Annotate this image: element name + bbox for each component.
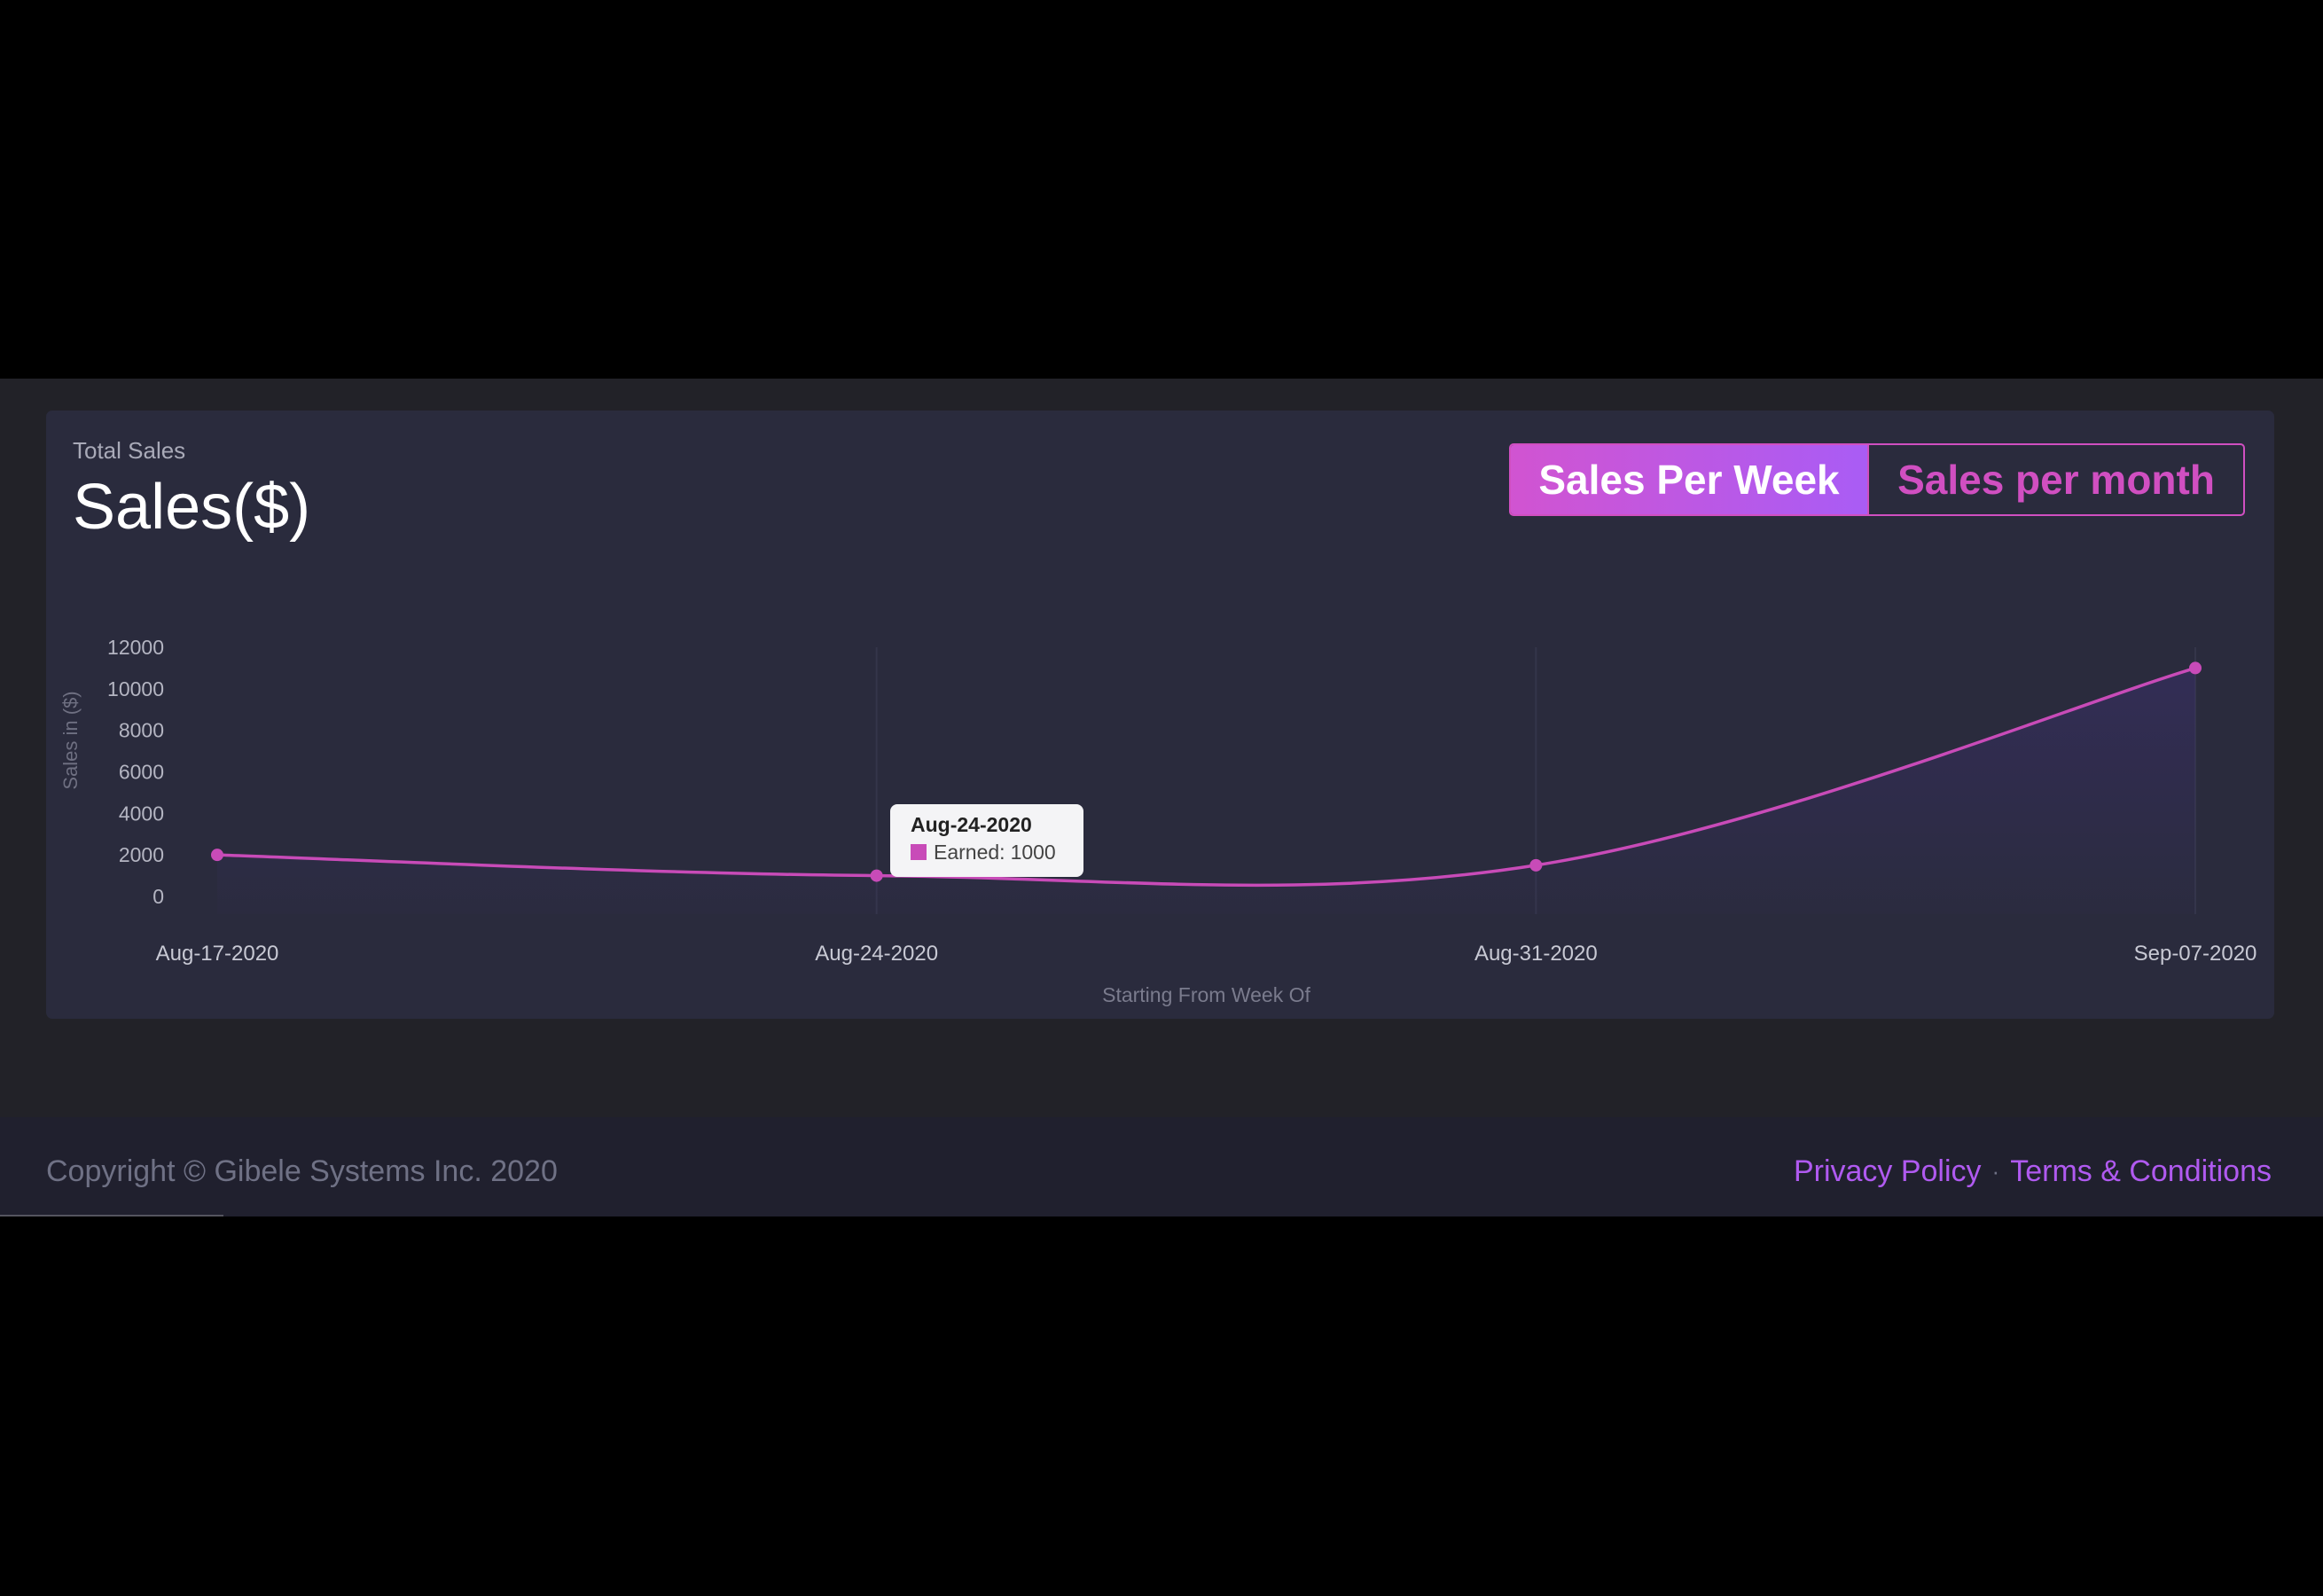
x-axis-label: Starting From Week Of	[1102, 983, 1310, 1006]
x-tick-label: Aug-24-2020	[815, 942, 938, 966]
x-tick-label: Aug-17-2020	[156, 942, 279, 966]
tooltip-value: 1000	[1010, 841, 1056, 864]
y-tick-label: 4000	[119, 802, 164, 825]
data-point	[870, 869, 883, 882]
footer-bottom-rule	[0, 1215, 223, 1217]
y-tick-label: 10000	[107, 677, 164, 700]
data-point	[211, 849, 223, 862]
privacy-policy-link[interactable]: Privacy Policy	[1794, 1154, 1982, 1189]
sales-card: Total Sales Sales($) Sales Per Week Sale…	[46, 411, 2274, 1019]
y-tick-label: 12000	[107, 636, 164, 659]
y-axis-label: Sales in ($)	[59, 691, 82, 789]
y-tick-label: 0	[153, 885, 164, 908]
footer-separator: ·	[1991, 1158, 2000, 1185]
tooltip-color-swatch	[911, 844, 927, 860]
dashboard-area: Total Sales Sales($) Sales Per Week Sale…	[0, 379, 2323, 1217]
data-point	[2189, 661, 2202, 675]
terms-conditions-link[interactable]: Terms & Conditions	[2010, 1154, 2272, 1189]
sales-line-chart[interactable]: 12000 10000 8000 6000 4000 2000 0 Sales in ($) A…	[46, 411, 2274, 1019]
tooltip-series-label: Earned:	[934, 841, 1005, 864]
copyright-text: Copyright © Gibele Systems Inc. 2020	[46, 1154, 558, 1188]
x-tick-label: Sep-07-2020	[2134, 942, 2257, 966]
footer-links: Privacy Policy · Terms & Conditions	[1794, 1154, 2272, 1189]
footer: Copyright © Gibele Systems Inc. 2020 Pri…	[0, 1117, 2323, 1217]
tooltip-row: Earned: 1000	[911, 838, 1083, 866]
tooltip-title: Aug-24-2020	[911, 813, 1032, 836]
data-point	[1529, 858, 1543, 872]
series-area-earned	[217, 668, 2195, 914]
y-tick-label: 6000	[119, 761, 164, 784]
chart-tooltip: Aug-24-2020 Earned: 1000	[890, 804, 1083, 877]
y-tick-label: 2000	[119, 843, 164, 866]
y-tick-label: 8000	[119, 719, 164, 742]
x-tick-label: Aug-31-2020	[1474, 942, 1598, 966]
